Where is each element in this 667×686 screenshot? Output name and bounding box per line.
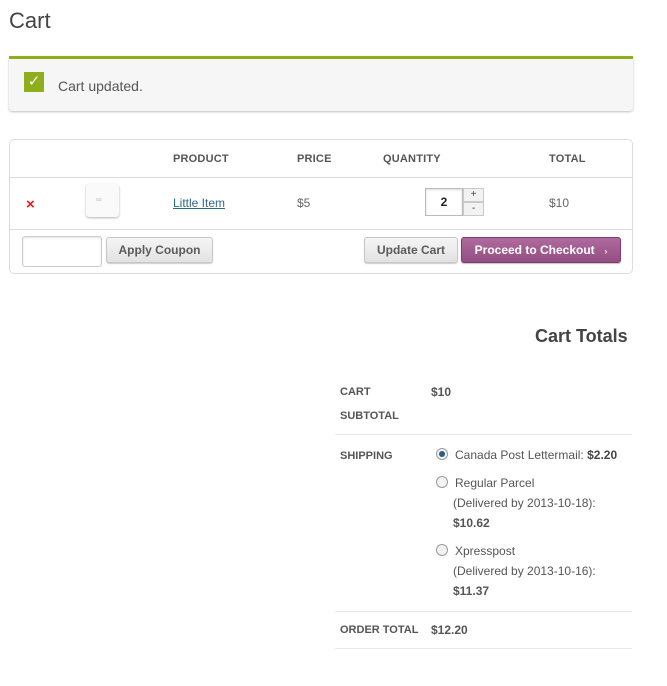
quantity-input[interactable]: 2 <box>425 188 463 216</box>
shipping-option-lettermail: Canada Post Lettermail: $2.20 <box>455 448 617 462</box>
coupon-code-input[interactable] <box>22 236 102 267</box>
checkmark-icon: ✓ <box>24 72 44 92</box>
apply-coupon-button[interactable]: Apply Coupon <box>106 237 213 263</box>
cart-totals-title: Cart Totals <box>535 326 628 346</box>
header-price: PRICE <box>297 153 332 165</box>
shipping-option-price: $11.37 <box>453 584 490 598</box>
shipping-radio-lettermail[interactable] <box>436 448 448 460</box>
shipping-option-name: Canada Post Lettermail: <box>455 448 584 462</box>
subtotal-label-line1: CART <box>340 386 371 398</box>
chevron-right-icon: › <box>604 247 608 256</box>
shipping-label: SHIPPING <box>340 450 393 462</box>
shipping-option-name: Xpresspost <box>455 544 516 558</box>
proceed-to-checkout-button[interactable]: Proceed to Checkout › <box>461 237 621 263</box>
header-quantity: QUANTITY <box>383 153 441 165</box>
shipping-radio-xpresspost[interactable] <box>436 544 448 556</box>
shipping-option-name: Regular Parcel <box>455 476 535 490</box>
divider <box>335 611 632 612</box>
quantity-increase-button[interactable]: + <box>463 188 484 202</box>
subtotal-value: $10 <box>431 385 452 399</box>
shipping-option-price: $10.62 <box>453 516 490 530</box>
notice-message: Cart updated. <box>58 78 143 94</box>
divider <box>335 434 632 435</box>
subtotal-label-line2: SUBTOTAL <box>340 410 399 422</box>
product-thumbnail[interactable]: ∞ <box>86 184 119 217</box>
page-title: Cart <box>9 8 51 33</box>
cart-table: PRODUCT PRICE QUANTITY TOTAL × ∞ Little … <box>9 139 633 274</box>
shipping-radio-regular-parcel[interactable] <box>436 476 448 488</box>
order-total-label: ORDER TOTAL <box>340 624 419 636</box>
product-link[interactable]: Little Item <box>173 196 225 210</box>
divider <box>10 229 632 230</box>
shipping-option-detail: (Delivered by 2013-10-18): <box>453 496 596 510</box>
shipping-option-price: $2.20 <box>587 448 618 462</box>
header-product: PRODUCT <box>173 153 229 165</box>
header-total: TOTAL <box>549 153 586 165</box>
update-cart-button[interactable]: Update Cart <box>364 237 458 263</box>
shipping-option-detail: (Delivered by 2013-10-16): <box>453 564 596 578</box>
product-price: $5 <box>297 196 311 210</box>
placeholder-image-icon: ∞ <box>96 195 102 204</box>
cart-updated-notice: ✓ Cart updated. <box>9 56 633 111</box>
remove-item-icon[interactable]: × <box>26 196 35 213</box>
quantity-decrease-button[interactable]: - <box>463 202 484 216</box>
order-total-value: $12.20 <box>431 623 468 637</box>
divider <box>335 648 632 649</box>
checkout-label: Proceed to Checkout <box>474 243 595 257</box>
divider <box>10 177 632 178</box>
line-total: $10 <box>549 196 570 210</box>
